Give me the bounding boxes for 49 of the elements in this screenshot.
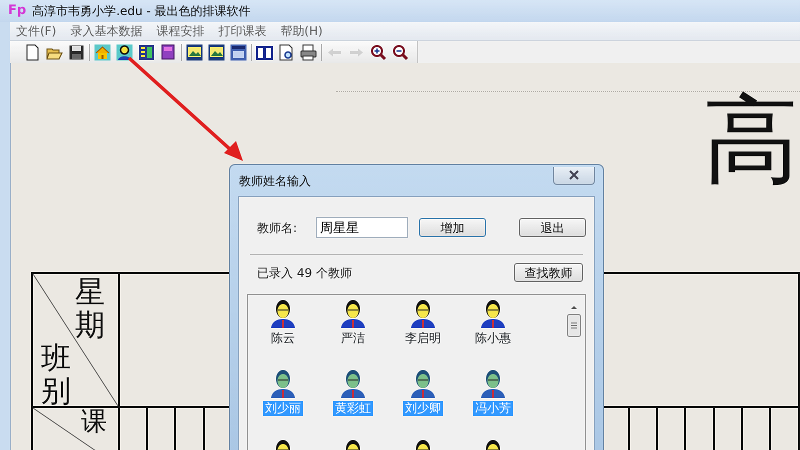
zoom-in-icon[interactable] (370, 44, 387, 60)
person-avatar-icon[interactable] (479, 369, 507, 399)
picture-icon[interactable] (208, 44, 225, 60)
person-avatar-icon[interactable] (409, 369, 437, 399)
teacher-name[interactable]: 冯小芳 (473, 401, 513, 416)
menu-item[interactable]: 打印课表 (218, 22, 266, 40)
close-button[interactable] (553, 166, 595, 184)
zoom-out-icon[interactable] (392, 44, 409, 60)
field-label: 教师名: (257, 220, 298, 236)
house-icon[interactable] (94, 44, 111, 60)
teacher-count: 已录入 49 个教师 (257, 264, 352, 282)
menu-item[interactable]: 帮助(H) (280, 22, 323, 40)
book-icon[interactable] (160, 44, 177, 60)
app-logo: Fp (8, 2, 26, 20)
header-label: 课 (81, 408, 107, 437)
open-book-icon[interactable] (256, 44, 273, 60)
teacher-name[interactable]: 陈小惠 (473, 331, 513, 346)
teacher-name[interactable]: 黄彩虹 (333, 401, 373, 416)
person-avatar-icon[interactable] (269, 299, 297, 329)
table-icon[interactable] (138, 44, 155, 60)
person-avatar-icon[interactable] (339, 369, 367, 399)
person-avatar-icon[interactable] (339, 299, 367, 329)
printer-icon[interactable] (300, 44, 317, 60)
teacher-name[interactable]: 严洁 (339, 331, 367, 346)
person-avatar-icon[interactable] (409, 299, 437, 329)
picture-icon[interactable] (186, 44, 203, 60)
header-label: 班别 (41, 342, 71, 408)
add-button[interactable]: 增加 (419, 218, 486, 237)
menu-item[interactable]: 课程安排 (156, 22, 204, 40)
teacher-name[interactable]: 刘少丽 (263, 401, 303, 416)
find-teacher-button[interactable]: 查找教师 (514, 263, 583, 282)
person-avatar-icon[interactable] (479, 299, 507, 329)
blank-page-icon[interactable] (24, 44, 41, 60)
header-label: 星期 (75, 274, 105, 342)
menu-item[interactable]: 文件(F) (16, 22, 56, 40)
dialog-title: 教师姓名输入 (239, 172, 311, 190)
teacher-name[interactable]: 陈云 (269, 331, 297, 346)
menu-item[interactable]: 录入基本数据 (70, 22, 142, 40)
person-icon[interactable] (116, 44, 133, 60)
window-title: 高淳市韦勇小学.edu - 最出色的排课软件 (32, 3, 251, 20)
teacher-name[interactable]: 李启明 (403, 331, 443, 346)
teacher-name-field[interactable]: 周星星 (316, 217, 408, 238)
teacher-name[interactable]: 刘少卿 (403, 401, 443, 416)
exit-button[interactable]: 退出 (519, 218, 586, 237)
page-magnifier-icon[interactable] (278, 44, 295, 60)
document-title: 高 (703, 92, 800, 188)
window-icon[interactable] (230, 44, 247, 60)
person-avatar-icon[interactable] (269, 369, 297, 399)
close-icon (568, 170, 580, 180)
